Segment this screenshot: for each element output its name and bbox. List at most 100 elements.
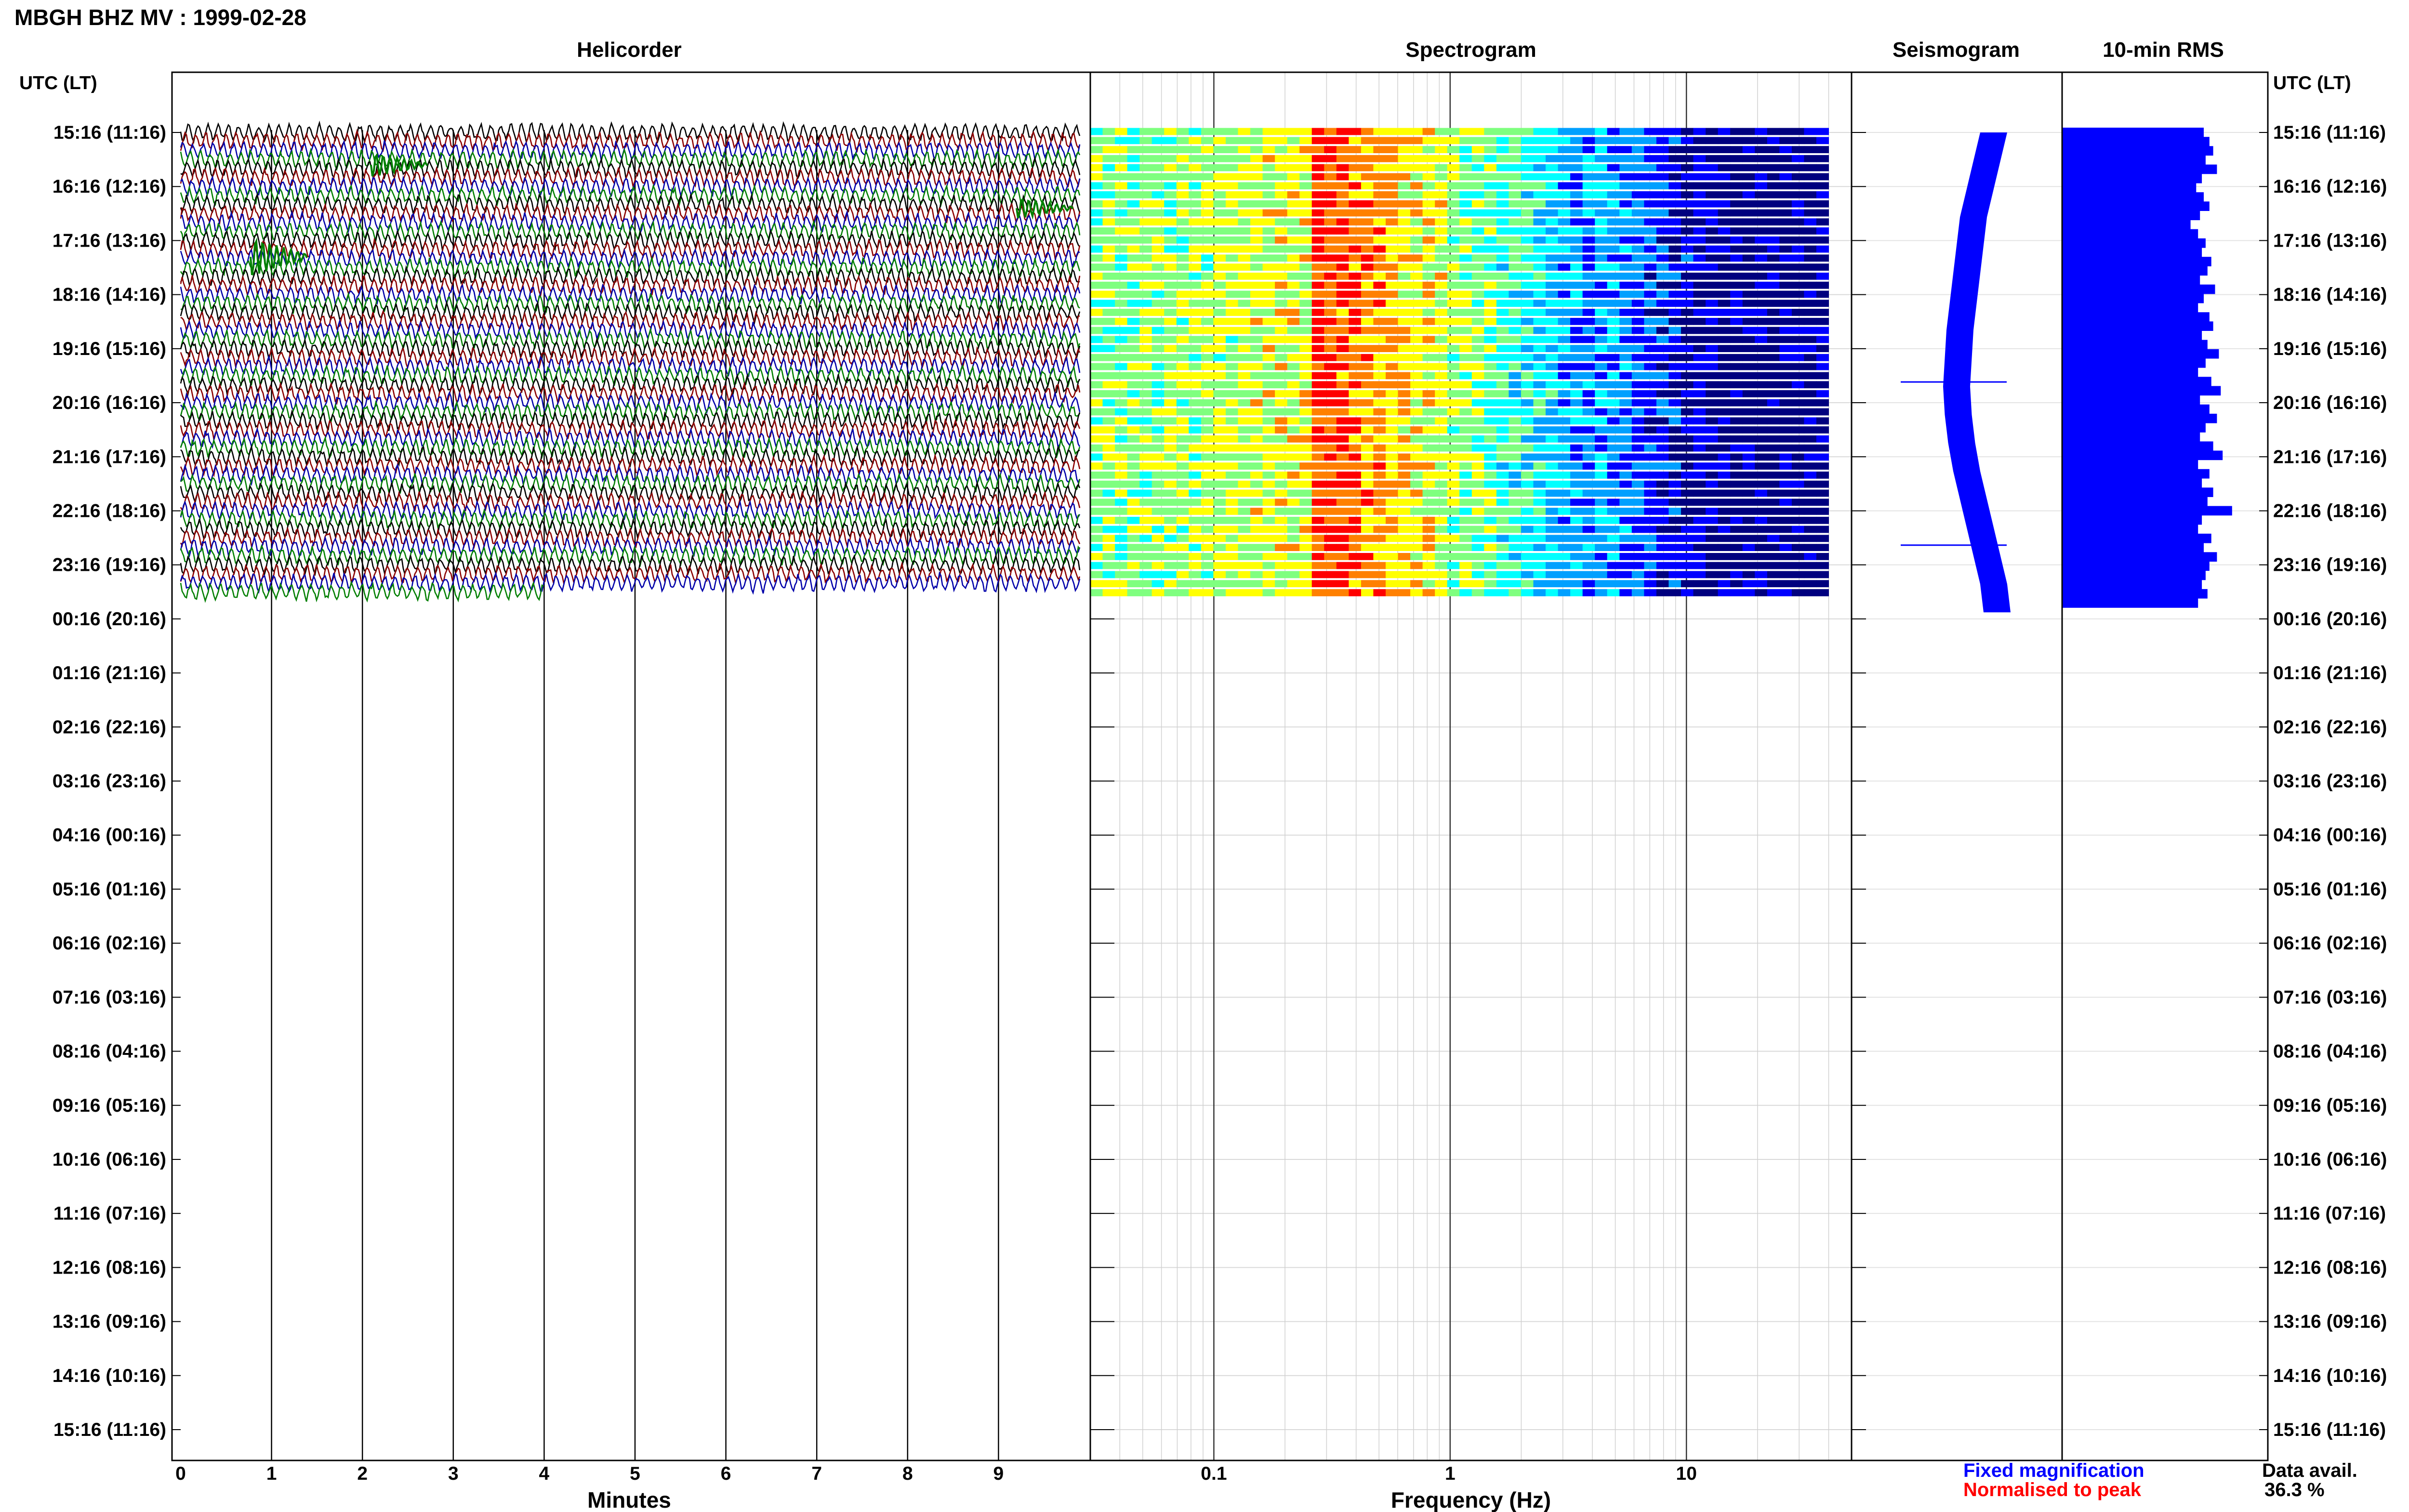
spectrogram-cell — [1742, 281, 1755, 289]
spectrogram-row — [1090, 516, 1829, 524]
spectrogram-cell — [1533, 526, 1546, 533]
spectrogram-cell — [1582, 182, 1595, 190]
spectrogram-cell — [1324, 453, 1337, 461]
spectrogram-cell — [1311, 544, 1324, 551]
spectrogram-cell — [1582, 227, 1595, 235]
spectrogram-cell — [1582, 571, 1595, 579]
spectrogram-row — [1090, 489, 1829, 497]
spectrogram-cell — [1287, 128, 1300, 135]
spectrogram-cell — [1139, 263, 1152, 271]
spectrogram-cell — [1398, 336, 1411, 343]
spectrogram-cell — [1804, 254, 1817, 262]
spectrogram-cell — [1619, 128, 1632, 135]
spectrogram-cell — [1238, 435, 1251, 443]
spectrogram-cell — [1447, 408, 1460, 416]
spectrogram-cell — [1127, 218, 1140, 226]
spectrogram-row — [1090, 444, 1829, 452]
spectrogram-cell — [1521, 417, 1534, 425]
spectrogram-cell — [1361, 408, 1374, 416]
spectrogram-cell — [1386, 273, 1399, 280]
spectrogram-cell — [1238, 535, 1251, 542]
spectrogram-cell — [1742, 336, 1755, 343]
spectrogram-cell — [1804, 173, 1817, 181]
spectrogram-cell — [1361, 526, 1374, 533]
spectrogram-cell — [1115, 290, 1128, 298]
spectrogram-cell — [1201, 562, 1214, 569]
spectrogram-cell — [1164, 336, 1177, 343]
spectrogram-cell — [1287, 327, 1300, 334]
spectrogram-cell — [1275, 309, 1288, 316]
seismogram-trace — [1901, 132, 2011, 613]
spectrogram-cell — [1238, 417, 1251, 425]
spectrogram-row — [1090, 462, 1829, 470]
spectrogram-cell — [1607, 462, 1620, 470]
spectrogram-cell — [1373, 300, 1386, 307]
spectrogram-cell — [1656, 273, 1669, 280]
spectrogram-cell — [1311, 535, 1324, 542]
spectrogram-cell — [1422, 526, 1435, 533]
spectrogram-cell — [1201, 363, 1214, 370]
spectrogram-cell — [1509, 137, 1522, 145]
spectrogram-cell — [1299, 426, 1312, 434]
spectrogram-cell — [1373, 390, 1386, 397]
spectrogram-cell — [1742, 372, 1755, 380]
spectrogram-cell — [1447, 227, 1460, 235]
spectrogram-cell — [1693, 553, 1706, 560]
spectrogram-cell — [1779, 209, 1792, 217]
spectrogram-cell — [1226, 309, 1239, 316]
spectrogram-cell — [1164, 553, 1177, 560]
spectrogram-cell — [1693, 516, 1706, 524]
spectrogram-cell — [1435, 336, 1448, 343]
spectrogram-cell — [1619, 345, 1632, 352]
spectrogram-cell — [1226, 336, 1239, 343]
spectrogram-cell — [1447, 200, 1460, 208]
spectrogram-cell — [1471, 137, 1484, 145]
spectrogram-cell — [1102, 281, 1115, 289]
spectrogram-cell — [1398, 526, 1411, 533]
spectrogram-cell — [1447, 399, 1460, 407]
spectrogram-cell — [1459, 562, 1472, 569]
spectrogram-cell — [1238, 146, 1251, 153]
spectrogram-cell — [1213, 273, 1226, 280]
spectrogram-cell — [1509, 273, 1522, 280]
spectrogram-cell — [1533, 544, 1546, 551]
spectrogram-cell — [1509, 309, 1522, 316]
spectrogram-cell — [1176, 553, 1189, 560]
spectrogram-cell — [1090, 155, 1103, 162]
spectrogram-cell — [1102, 137, 1115, 145]
spectrogram-cell — [1779, 236, 1792, 244]
spectrogram-cell — [1742, 544, 1755, 551]
spectrogram-cell — [1471, 544, 1484, 551]
helicorder-trace — [180, 535, 1081, 558]
spectrogram-cell — [1693, 137, 1706, 145]
spectrogram-row — [1090, 580, 1829, 588]
spectrogram-cell — [1336, 281, 1349, 289]
spectrogram-cell — [1656, 309, 1669, 316]
spectrogram-cell — [1558, 128, 1571, 135]
spectrogram-cell — [1262, 182, 1275, 190]
spectrogram-cell — [1693, 227, 1706, 235]
spectrogram-cell — [1349, 381, 1362, 389]
spectrogram-cell — [1201, 273, 1214, 280]
spectrogram-cell — [1164, 263, 1177, 271]
spectrogram-cell — [1361, 254, 1374, 262]
spectrogram-cell — [1373, 408, 1386, 416]
spectrogram-cell — [1324, 535, 1337, 542]
spectrogram-cell — [1607, 327, 1620, 334]
spectrogram-cell — [1189, 263, 1202, 271]
spectrogram-cell — [1509, 290, 1522, 298]
spectrogram-cell — [1410, 553, 1423, 560]
spectrogram-cell — [1435, 499, 1448, 506]
spectrogram-cell — [1509, 589, 1522, 596]
spectrogram-cell — [1595, 589, 1608, 596]
spectrogram-cell — [1496, 589, 1509, 596]
spectrogram-cell — [1090, 553, 1103, 560]
spectrogram-cell — [1164, 426, 1177, 434]
spectrogram-cell — [1496, 508, 1509, 515]
spectrogram-cell — [1361, 227, 1374, 235]
spectrogram-cell — [1706, 281, 1719, 289]
spectrogram-cell — [1299, 345, 1312, 352]
spectrogram-cell — [1730, 137, 1743, 145]
spectrogram-cell — [1607, 173, 1620, 181]
spectrogram-cell — [1189, 363, 1202, 370]
